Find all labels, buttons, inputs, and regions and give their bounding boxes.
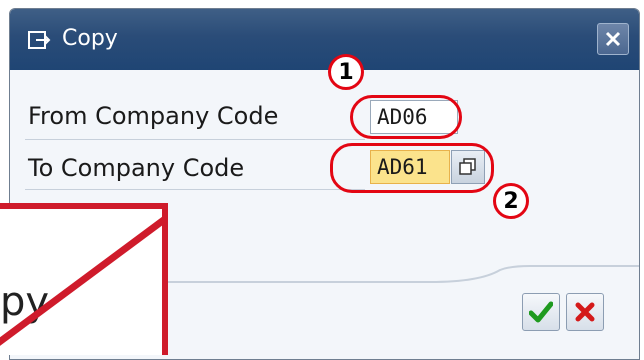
confirm-button[interactable] [522,293,560,331]
callout-to-field [330,143,494,193]
close-icon [605,31,621,47]
crossed-out-overlay: py [0,203,168,355]
annotation-badge-1: 1 [328,54,364,90]
callout-from-field [350,95,462,139]
dialog-title: Copy [62,26,118,51]
red-x-icon [575,302,595,322]
to-company-code-label: To Company Code [28,154,245,182]
strike-line [0,216,162,346]
cancel-button[interactable] [566,293,604,331]
annotation-badge-2: 2 [493,183,529,219]
copy-arrow-icon [28,30,52,50]
checkmark-icon [529,301,553,323]
from-company-code-label: From Company Code [28,102,279,130]
row-separator [25,189,365,190]
dialog-titlebar: Copy [10,9,639,70]
row-separator [25,139,365,140]
close-button[interactable] [597,23,629,55]
